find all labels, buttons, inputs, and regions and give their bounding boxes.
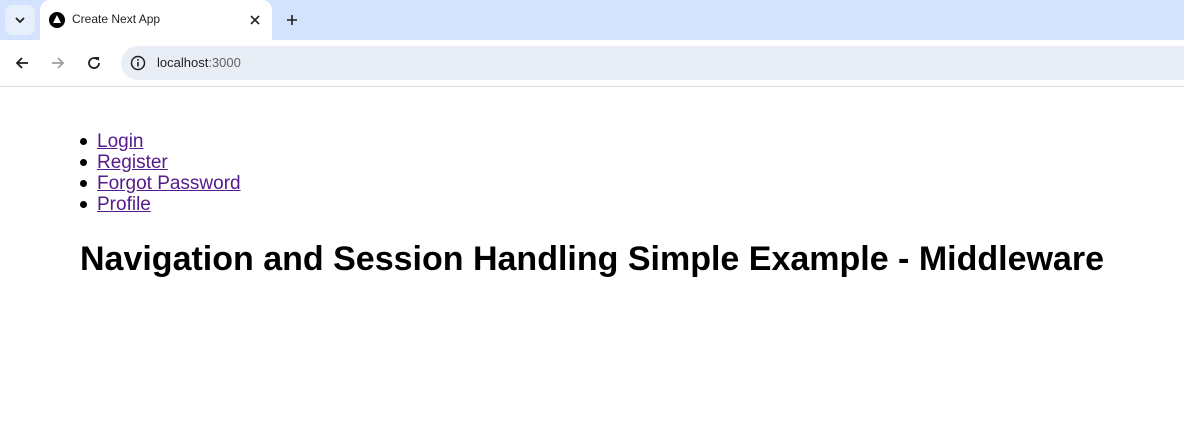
forward-button[interactable] (45, 50, 71, 76)
info-icon[interactable] (129, 54, 147, 72)
new-tab-button[interactable] (280, 8, 304, 32)
active-tab[interactable]: Create Next App (40, 0, 272, 40)
profile-link[interactable]: Profile (97, 194, 151, 215)
nav-item-register: Register (80, 152, 241, 173)
tab-title: Create Next App (72, 12, 161, 26)
nav-item-login: Login (80, 131, 241, 152)
plus-icon (287, 15, 297, 25)
tab-close-button[interactable] (244, 9, 266, 31)
nav-item-forgot-password: Forgot Password (80, 173, 241, 194)
tab-strip: Create Next App (0, 0, 1184, 40)
reload-icon (88, 57, 100, 69)
forgot-password-link[interactable]: Forgot Password (97, 173, 241, 194)
nav-item-profile: Profile (80, 194, 241, 215)
url-port: :3000 (208, 55, 241, 70)
arrow-right-icon (52, 57, 65, 69)
nav-links: Login Register Forgot Password Profile (80, 131, 241, 215)
page-title: Navigation and Session Handling Simple E… (79, 240, 1104, 278)
browser-toolbar: localhost:3000 (0, 40, 1184, 87)
address-bar[interactable]: localhost:3000 (121, 46, 1184, 80)
register-link[interactable]: Register (97, 152, 168, 173)
tab-search-button[interactable] (5, 5, 35, 35)
url-host: localhost (157, 55, 209, 70)
nextjs-favicon-icon (49, 12, 65, 28)
back-button[interactable] (9, 50, 35, 76)
login-link[interactable]: Login (97, 131, 144, 152)
arrow-left-icon (15, 57, 28, 69)
chevron-down-icon (15, 17, 25, 24)
page-content: Login Register Forgot Password Profile N… (0, 87, 1184, 444)
url-text[interactable]: localhost:3000 (157, 55, 241, 70)
close-icon (250, 15, 260, 25)
reload-button[interactable] (81, 50, 107, 76)
